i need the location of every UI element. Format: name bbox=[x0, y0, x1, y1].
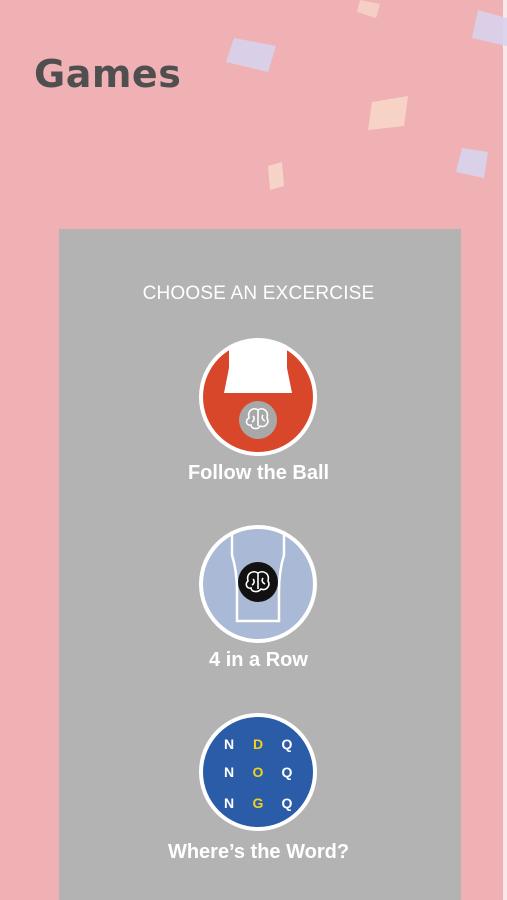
confetti-piece bbox=[226, 38, 276, 72]
grid-letter-highlighted: D bbox=[252, 736, 264, 752]
follow-the-ball-icon bbox=[203, 342, 313, 452]
grid-letter: N bbox=[223, 795, 235, 811]
confetti-decoration bbox=[226, 0, 507, 190]
confetti-piece bbox=[456, 148, 488, 178]
wheres-the-word-button[interactable]: N D Q N O Q N G Q bbox=[199, 713, 317, 831]
confetti-piece bbox=[368, 96, 408, 130]
grid-letter-highlighted: G bbox=[252, 795, 264, 811]
four-in-a-row-label[interactable]: 4 in a Row bbox=[0, 649, 507, 672]
page-title: Games bbox=[34, 52, 182, 96]
grid-letter-highlighted: O bbox=[252, 764, 264, 780]
grid-letter: Q bbox=[281, 764, 293, 780]
follow-the-ball-label[interactable]: Follow the Ball bbox=[0, 462, 507, 485]
four-in-a-row-button[interactable] bbox=[199, 525, 317, 643]
cup-shape bbox=[224, 342, 292, 393]
confetti-piece bbox=[472, 10, 507, 46]
confetti-piece bbox=[357, 0, 380, 18]
grid-letter: Q bbox=[281, 736, 293, 752]
confetti-piece bbox=[268, 162, 284, 190]
follow-the-ball-button[interactable] bbox=[199, 338, 317, 456]
grid-letter: N bbox=[223, 764, 235, 780]
grid-letter: Q bbox=[281, 795, 293, 811]
wheres-the-word-icon: N D Q N O Q N G Q bbox=[203, 717, 313, 827]
grid-letter: N bbox=[223, 736, 235, 752]
wheres-the-word-label[interactable]: Where’s the Word? bbox=[0, 841, 507, 864]
four-in-a-row-icon bbox=[203, 529, 313, 639]
panel-heading: CHOOSE AN EXCERCISE bbox=[142, 283, 375, 304]
